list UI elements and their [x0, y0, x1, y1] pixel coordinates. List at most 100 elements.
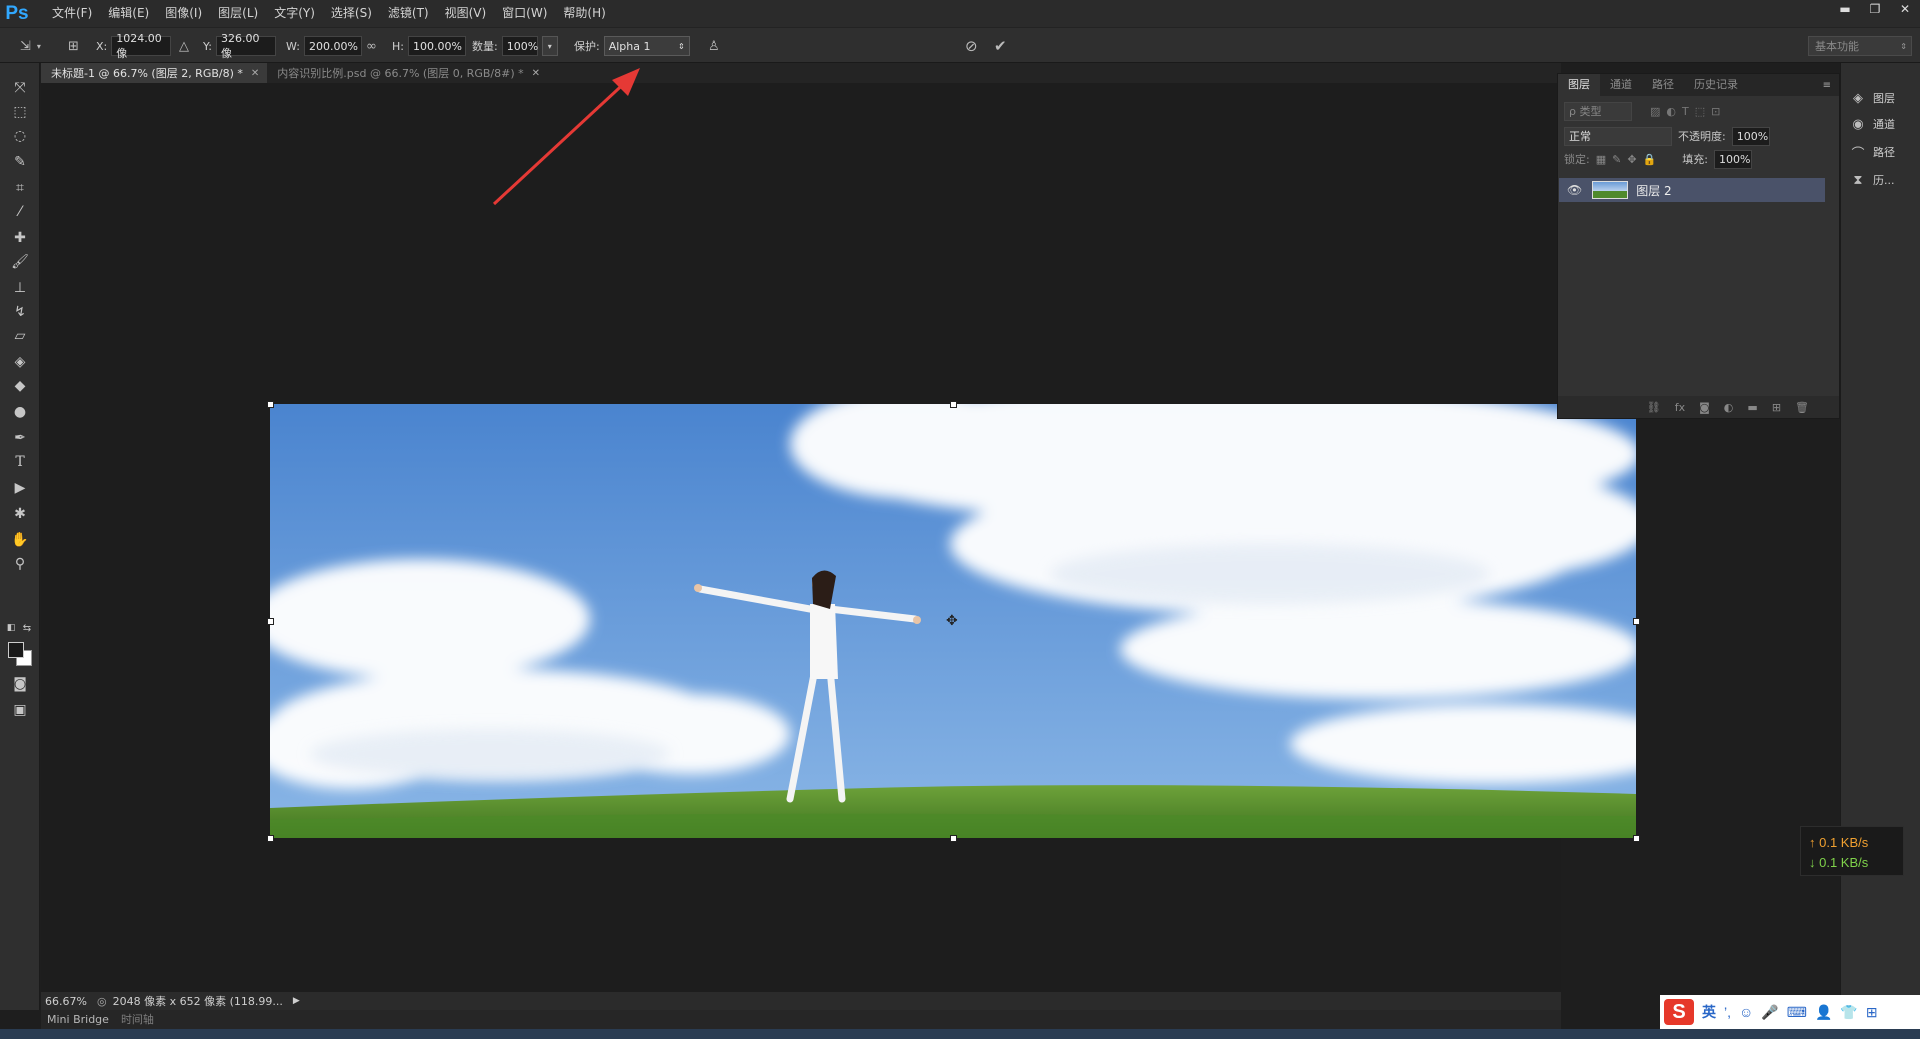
- minimize-button[interactable]: ▬: [1830, 0, 1860, 18]
- sogou-logo[interactable]: S: [1664, 999, 1694, 1025]
- cancel-transform-button[interactable]: ⊘: [965, 36, 978, 56]
- menu-type[interactable]: 文字(Y): [266, 0, 323, 27]
- paint-bucket-tool-icon[interactable]: ◈: [8, 351, 32, 373]
- quick-mask-icon[interactable]: ◙: [8, 673, 32, 695]
- clone-stamp-tool-icon[interactable]: ⊥: [8, 277, 32, 299]
- crop-tool-icon[interactable]: ⌗: [8, 177, 32, 199]
- lock-all-icon[interactable]: 🔒: [1643, 153, 1657, 166]
- grid-icon[interactable]: ⊞: [1866, 1004, 1878, 1021]
- tab-layers[interactable]: 图层: [1558, 74, 1600, 96]
- type-tool-icon[interactable]: T: [8, 451, 32, 473]
- lock-pixels-icon[interactable]: ✎: [1612, 153, 1621, 166]
- pen-tool-icon[interactable]: ✒: [8, 427, 32, 449]
- filter-type-icon[interactable]: T: [1682, 105, 1689, 118]
- link-layers-icon[interactable]: ⛓: [1647, 401, 1661, 414]
- lasso-tool-icon[interactable]: ◌: [8, 125, 32, 147]
- x-input[interactable]: 1024.00 像: [111, 32, 172, 60]
- punctuation-icon[interactable]: ’,: [1724, 1004, 1731, 1020]
- layer-row[interactable]: 👁 图层 2: [1559, 178, 1825, 202]
- dock-channels[interactable]: ◉ 通道: [1849, 113, 1895, 135]
- layer-name[interactable]: 图层 2: [1636, 182, 1671, 199]
- add-mask-icon[interactable]: ◙: [1699, 401, 1710, 414]
- tab-paths[interactable]: 路径: [1642, 74, 1684, 96]
- amount-dropdown[interactable]: ▾: [541, 36, 558, 56]
- menu-edit[interactable]: 编辑(E): [100, 0, 157, 27]
- quick-selection-tool-icon[interactable]: ✎: [8, 151, 32, 173]
- dock-layers[interactable]: ◈ 图层: [1849, 87, 1895, 109]
- transform-handle[interactable]: [1633, 618, 1640, 625]
- transform-handle[interactable]: [267, 835, 274, 842]
- swap-colors-icon[interactable]: ⇆: [20, 617, 34, 639]
- adjustment-layer-icon[interactable]: ◐: [1724, 401, 1734, 414]
- marquee-tool-icon[interactable]: ⬚: [8, 101, 32, 123]
- history-brush-tool-icon[interactable]: ↯: [8, 301, 32, 323]
- dock-paths[interactable]: ⌒ 路径: [1849, 141, 1895, 163]
- menu-filter[interactable]: 滤镜(T): [380, 0, 437, 27]
- height-input[interactable]: 100.00%: [407, 36, 466, 56]
- layer-style-icon[interactable]: fx: [1675, 401, 1685, 414]
- trash-icon[interactable]: 🗑: [1795, 401, 1809, 414]
- skin-icon[interactable]: 👕: [1840, 1004, 1857, 1021]
- status-menu-arrow-icon[interactable]: ▶: [293, 996, 300, 1006]
- visibility-eye-icon[interactable]: 👁: [1567, 183, 1582, 197]
- color-swatches[interactable]: [6, 640, 34, 668]
- reference-point-grid[interactable]: ⊞: [68, 36, 79, 56]
- commit-transform-button[interactable]: ✔: [994, 36, 1007, 56]
- lock-position-icon[interactable]: ✥: [1627, 153, 1636, 166]
- screen-mode-icon[interactable]: ▣: [8, 699, 32, 721]
- move-tool-icon[interactable]: ⤧: [8, 77, 32, 99]
- zoom-level[interactable]: 66.67%: [45, 995, 91, 1008]
- tab-mini-bridge[interactable]: Mini Bridge: [41, 1010, 115, 1029]
- fill-input[interactable]: 100%: [1713, 149, 1752, 169]
- keyboard-icon[interactable]: ⌨: [1787, 1004, 1807, 1021]
- restore-button[interactable]: ❐: [1860, 0, 1890, 18]
- new-layer-icon[interactable]: ⊞: [1772, 401, 1781, 414]
- lock-transparency-icon[interactable]: ▦: [1596, 153, 1606, 166]
- ime-language[interactable]: 英: [1702, 1002, 1716, 1022]
- blur-tool-icon[interactable]: ◆: [8, 375, 32, 397]
- filter-image-icon[interactable]: ▨: [1650, 105, 1660, 118]
- dock-history[interactable]: ⧗ 历...: [1849, 169, 1894, 191]
- transform-handle[interactable]: [950, 835, 957, 842]
- tab-history[interactable]: 历史记录: [1684, 74, 1748, 96]
- shape-tool-icon[interactable]: ✱: [8, 503, 32, 525]
- width-input[interactable]: 200.00%: [303, 36, 362, 56]
- dodge-tool-icon[interactable]: ●: [8, 401, 32, 423]
- relative-position-toggle[interactable]: △: [179, 36, 189, 56]
- tab-channels[interactable]: 通道: [1600, 74, 1642, 96]
- amount-input[interactable]: 100%: [501, 36, 538, 56]
- close-button[interactable]: ✕: [1890, 0, 1920, 18]
- brush-tool-icon[interactable]: 🖌: [8, 251, 32, 273]
- layer-filter-select[interactable]: ρ 类型: [1564, 101, 1632, 121]
- transform-handle[interactable]: [267, 618, 274, 625]
- link-aspect-toggle[interactable]: ∞: [366, 36, 377, 56]
- panel-menu-icon[interactable]: ≡: [1823, 80, 1831, 91]
- microphone-icon[interactable]: 🎤: [1761, 1004, 1778, 1021]
- tab-untitled-1[interactable]: 未标题-1 @ 66.7% (图层 2, RGB/8) * ✕: [41, 63, 268, 83]
- transform-handle[interactable]: [1633, 835, 1640, 842]
- new-group-icon[interactable]: ▬: [1747, 401, 1757, 414]
- menu-file[interactable]: 文件(F): [44, 0, 100, 27]
- menu-select[interactable]: 选择(S): [323, 0, 380, 27]
- emoji-icon[interactable]: ☺: [1739, 1004, 1753, 1020]
- menu-help[interactable]: 帮助(H): [555, 0, 613, 27]
- opacity-input[interactable]: 100%: [1731, 126, 1770, 146]
- zoom-tool-icon[interactable]: ⚲: [8, 553, 32, 575]
- menu-view[interactable]: 视图(V): [437, 0, 495, 27]
- workspace-select[interactable]: 基本功能 ⇕: [1808, 36, 1912, 56]
- filter-shape-icon[interactable]: ⬚: [1695, 105, 1705, 118]
- transform-handle[interactable]: [950, 401, 957, 408]
- path-selection-tool-icon[interactable]: ▶: [8, 477, 32, 499]
- filter-smart-object-icon[interactable]: ⊡: [1711, 105, 1720, 118]
- menu-window[interactable]: 窗口(W): [494, 0, 555, 27]
- filter-adjustment-icon[interactable]: ◐: [1666, 105, 1676, 118]
- eraser-tool-icon[interactable]: ▱: [8, 325, 32, 347]
- protect-skin-tones-button[interactable]: ♙: [708, 36, 720, 56]
- tab-timeline[interactable]: 时间轴: [115, 1010, 160, 1029]
- blend-mode-select[interactable]: 正常: [1564, 126, 1672, 146]
- healing-brush-tool-icon[interactable]: ✚: [8, 227, 32, 249]
- tool-preset-picker[interactable]: ⇲ ▾: [20, 36, 41, 56]
- protect-select[interactable]: Alpha 1 ⇕: [603, 36, 690, 56]
- foreground-color-swatch[interactable]: [8, 642, 24, 658]
- close-icon[interactable]: ✕: [251, 68, 259, 79]
